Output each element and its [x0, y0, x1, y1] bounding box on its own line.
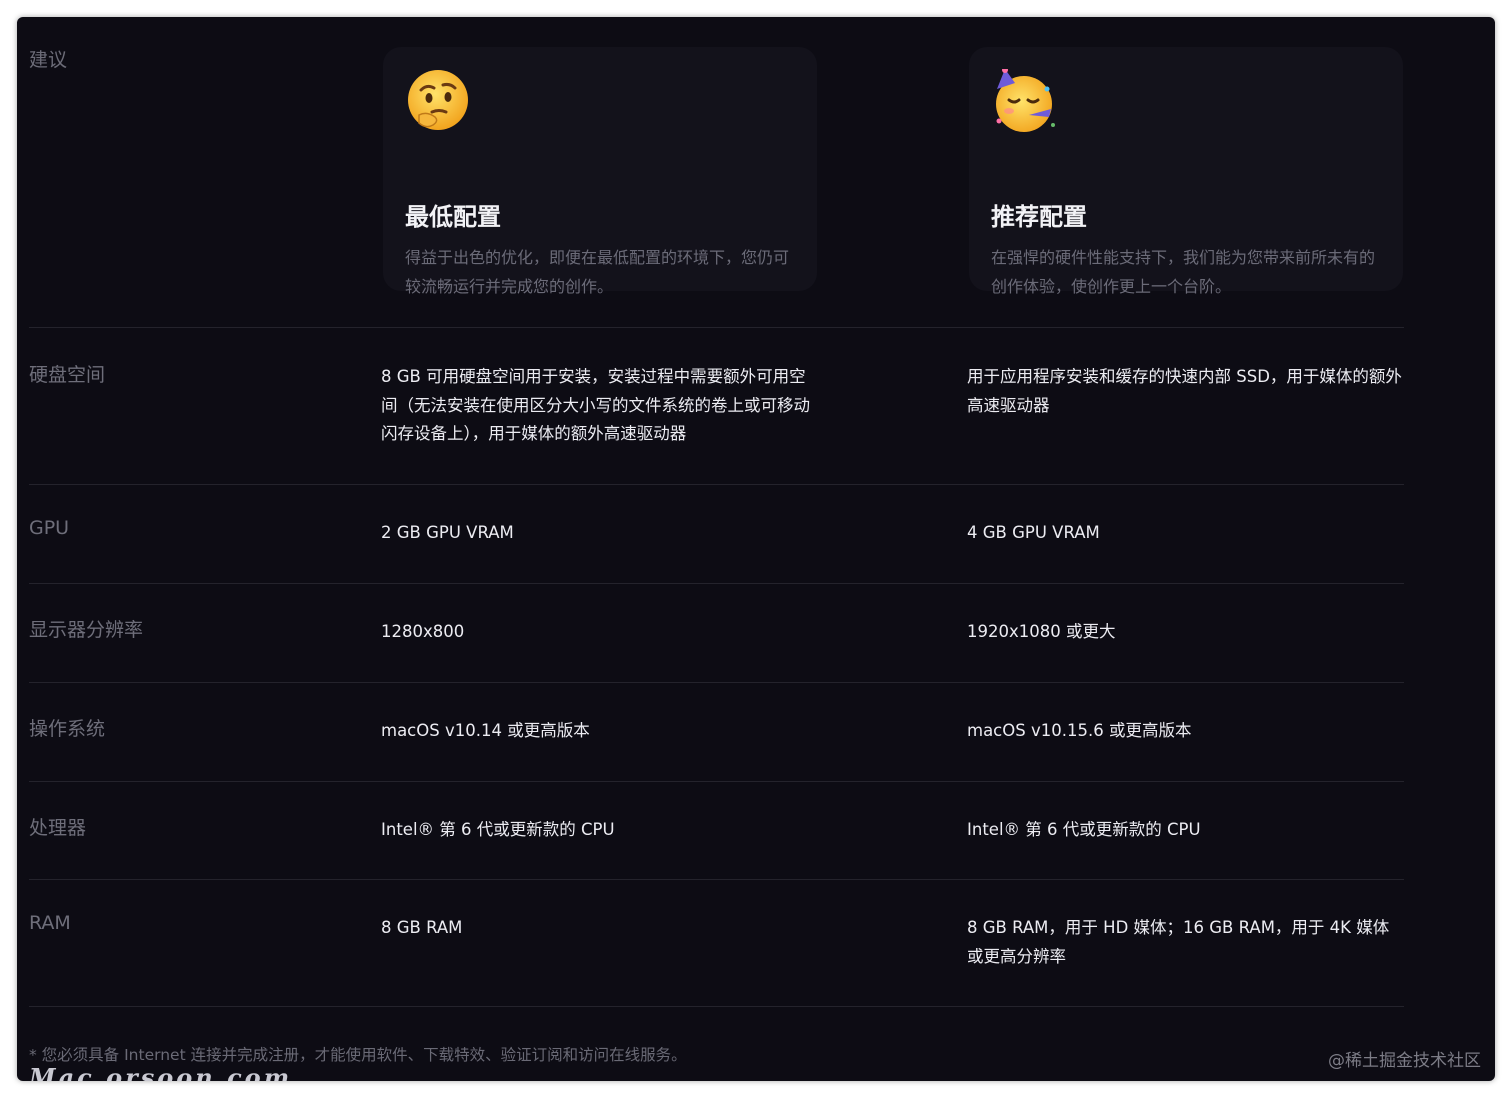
spec-window: 建议 最低配置 得益于出色的优化，即便在最低配置的环境下，您仍可较流畅运行并完成… [17, 17, 1495, 1081]
ram-min-value: 8 GB RAM [381, 918, 463, 937]
divider [29, 484, 1404, 485]
divider [29, 1006, 1404, 1007]
display-rec-value: 1920x1080 或更大 [967, 622, 1116, 641]
min-config-card: 最低配置 得益于出色的优化，即便在最低配置的环境下，您仍可较流畅运行并完成您的创… [383, 47, 817, 296]
card-description: 得益于出色的优化，即便在最低配置的环境下，您仍可较流畅运行并完成您的创作。 [405, 248, 790, 296]
divider [29, 583, 1404, 584]
thinking-face-icon [408, 70, 468, 130]
display-min-value: 1280x800 [381, 622, 465, 641]
row-label-cpu: 处理器 [29, 817, 87, 839]
divider [29, 682, 1404, 683]
gpu-min-value: 2 GB GPU VRAM [381, 523, 514, 542]
divider [29, 879, 1404, 880]
row-label-disk: 硬盘空间 [29, 364, 106, 386]
partying-face-icon [996, 69, 1055, 132]
row-label-display: 显示器分辨率 [29, 619, 144, 641]
section-label: 建议 [29, 49, 68, 71]
recommended-config-card: 推荐配置 在强悍的硬件性能支持下，我们能为您带来前所未有的创作体验，使创作更上一… [969, 47, 1403, 296]
cpu-min-value: Intel® 第 6 代或更新款的 CPU [381, 820, 615, 839]
row-label-gpu: GPU [29, 517, 70, 539]
os-rec-value: macOS v10.15.6 或更高版本 [967, 721, 1192, 740]
row-label-os: 操作系统 [29, 718, 106, 740]
card-title: 推荐配置 [991, 203, 1087, 231]
row-label-ram: RAM [29, 912, 71, 934]
gpu-rec-value: 4 GB GPU VRAM [967, 523, 1100, 542]
watermark-mac-orsoon: Mac.orsoon.com [29, 1063, 293, 1081]
card-description: 在强悍的硬件性能支持下，我们能为您带来前所未有的创作体验，使创作更上一个台阶。 [991, 248, 1376, 296]
cpu-rec-value: Intel® 第 6 代或更新款的 CPU [967, 820, 1201, 839]
watermark-juejin: @稀土掘金技术社区 [1328, 1051, 1481, 1071]
ram-rec-value: 8 GB RAM，用于 HD 媒体；16 GB RAM，用于 4K 媒体或更高分… [967, 918, 1390, 966]
footnote: * 您必须具备 Internet 连接并完成注册，才能使用软件、下载特效、验证订… [29, 1046, 687, 1064]
divider [29, 327, 1404, 328]
disk-min-value: 8 GB 可用硬盘空间用于安装，安装过程中需要额外可用空间（无法安装在使用区分大… [381, 367, 810, 443]
disk-rec-value: 用于应用程序安装和缓存的快速内部 SSD，用于媒体的额外高速驱动器 [967, 367, 1402, 415]
os-min-value: macOS v10.14 或更高版本 [381, 721, 590, 740]
divider [29, 781, 1404, 782]
card-title: 最低配置 [405, 203, 501, 231]
